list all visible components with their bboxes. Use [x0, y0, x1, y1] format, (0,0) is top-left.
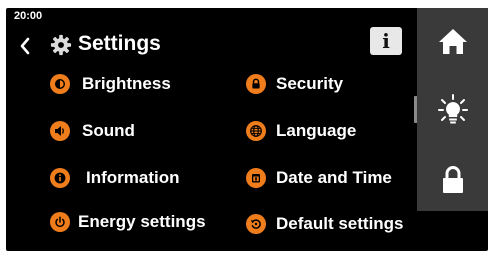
brightness-icon: [50, 74, 70, 94]
globe-icon: [246, 121, 266, 141]
quick-access-sidebar: [417, 8, 488, 211]
menu-item-label: Information: [86, 168, 180, 187]
menu-item-label: Energy settings: [78, 212, 206, 231]
status-time: 20:00: [14, 10, 43, 22]
gear-icon: [50, 34, 72, 56]
page-title: Settings: [78, 32, 161, 55]
menu-item-date-and-time[interactable]: Date and Time: [246, 166, 392, 190]
info-icon: [50, 168, 70, 188]
menu-item-energy-settings[interactable]: Energy settings: [50, 210, 206, 234]
menu-item-label: Brightness: [82, 74, 171, 93]
home-button[interactable]: [417, 11, 488, 71]
device-frame: 20:00 Settings i Brightness Sound Inform…: [0, 0, 497, 259]
light-button[interactable]: [417, 80, 488, 140]
menu-item-information[interactable]: Information: [50, 166, 180, 190]
lock-icon: [246, 74, 266, 94]
speaker-icon: [50, 121, 70, 141]
menu-item-default-settings[interactable]: Default settings: [246, 212, 404, 236]
lock-icon: [442, 166, 463, 193]
menu-item-label: Security: [276, 74, 344, 93]
screen: 20:00 Settings i Brightness Sound Inform…: [6, 8, 488, 251]
menu-item-label: Language: [276, 121, 357, 140]
power-icon: [50, 212, 70, 232]
info-button[interactable]: i: [370, 27, 402, 55]
menu-item-label: Sound: [82, 121, 135, 140]
lock-button[interactable]: [417, 150, 488, 210]
menu-item-security[interactable]: Security: [246, 72, 343, 96]
home-icon: [438, 29, 467, 54]
menu-item-label: Default settings: [276, 214, 404, 233]
info-button-label: i: [382, 29, 390, 53]
calendar-icon: [246, 168, 266, 188]
menu-item-brightness[interactable]: Brightness: [50, 72, 171, 96]
reset-icon: [246, 214, 266, 234]
chevron-left-icon: [20, 37, 30, 55]
back-button[interactable]: [17, 35, 33, 57]
lightbulb-icon: [437, 94, 468, 124]
menu-item-language[interactable]: Language: [246, 119, 356, 143]
menu-item-label: Date and Time: [276, 168, 392, 187]
menu-item-sound[interactable]: Sound: [50, 119, 135, 143]
